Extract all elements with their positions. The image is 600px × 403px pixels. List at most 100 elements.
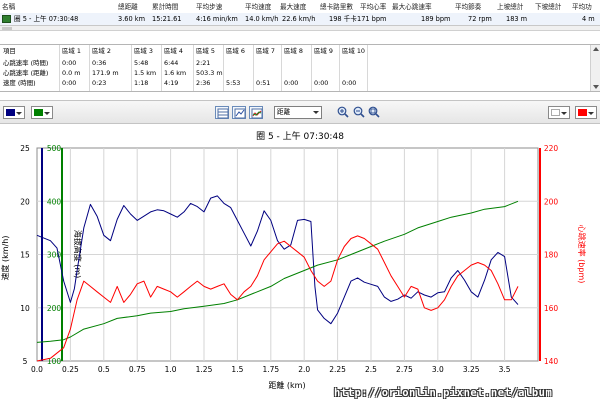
- zones-col-zone-8[interactable]: 區域 8: [284, 46, 303, 56]
- laps-col-avg-pace[interactable]: 平均步速: [196, 1, 222, 13]
- zones-col-zone-7[interactable]: 區域 7: [256, 46, 275, 56]
- x-axis-select-value: 距離: [277, 108, 291, 116]
- zones-vertical-scrollbar[interactable]: [590, 45, 600, 91]
- x-tick-label: 1.0: [165, 365, 177, 374]
- combined-view-button[interactable]: [249, 106, 263, 119]
- zoom-in-icon: [337, 106, 349, 118]
- zones-col-zone-6[interactable]: 區域 6: [226, 46, 245, 56]
- x-tick-label: 2.75: [396, 365, 413, 374]
- column-divider[interactable]: [59, 45, 60, 91]
- laps-col-max-hr[interactable]: 最大心跳速率: [392, 1, 432, 13]
- chart-area[interactable]: 圈 5 - 上午 07:30:48 0.0 0.25 0.5 0.75 1.0 1.25 1…: [0, 124, 600, 403]
- zones-col-item[interactable]: 項目: [3, 46, 16, 56]
- zone-value: 0.0 m: [62, 69, 81, 77]
- laps-table: 名稱 總距離 累計時間 平均步速 平均速度 最大速度 總卡路里數 平均心率 最大…: [0, 0, 600, 26]
- y-tick-label-speed: 15: [20, 251, 30, 260]
- laps-col-name[interactable]: 名稱: [2, 1, 15, 13]
- x-tick-label: 2.25: [329, 365, 346, 374]
- dropdown-arrow-icon: [561, 112, 567, 115]
- column-divider[interactable]: [281, 45, 282, 91]
- chevron-down-icon: [313, 111, 319, 114]
- line-view-button[interactable]: [232, 106, 246, 119]
- zone-value: 503.3 m: [196, 69, 223, 77]
- column-divider[interactable]: [223, 45, 224, 91]
- y-tick-label-speed: 25: [20, 144, 30, 153]
- x-tick-label: 2.0: [298, 365, 310, 374]
- zones-row-label: 速度 (時間): [3, 79, 36, 87]
- y-tick-label-heart-rate: 220: [544, 144, 559, 153]
- lap-avg-cadence: 72 rpm: [468, 15, 492, 23]
- color-swatch: [6, 109, 15, 116]
- laps-col-avg-speed[interactable]: 平均速度: [245, 1, 271, 13]
- dropdown-arrow-icon: [588, 112, 594, 115]
- chart-toolbar: 距離: [0, 100, 600, 124]
- column-divider[interactable]: [367, 45, 368, 91]
- color-swatch: [578, 109, 587, 116]
- column-divider[interactable]: [131, 45, 132, 91]
- zoom-out-button[interactable]: [353, 106, 365, 119]
- lap-name: 圈 5 - 上午 07:30:48: [14, 15, 79, 23]
- y-tick-label-speed: 10: [20, 304, 30, 313]
- column-divider[interactable]: [311, 45, 312, 91]
- scroll-up-arrow-icon[interactable]: [593, 47, 599, 51]
- x-tick-label: 0.25: [62, 365, 79, 374]
- lap-total-distance: 3.60 km: [118, 15, 146, 23]
- column-divider[interactable]: [339, 45, 340, 91]
- laps-col-calories[interactable]: 總卡路里數: [320, 1, 353, 13]
- zoom-in-button[interactable]: [337, 106, 349, 119]
- laps-col-avg-power[interactable]: 平均功: [572, 1, 592, 13]
- laps-col-descent[interactable]: 下坡總計: [535, 1, 561, 13]
- laps-col-max-speed[interactable]: 最大速度: [280, 1, 306, 13]
- chart-svg[interactable]: 0.0 0.25 0.5 0.75 1.0 1.25 1.5 1.75 2.0 2.25 2.5 2.…: [0, 124, 600, 403]
- x-axis-select[interactable]: 距離: [274, 106, 322, 119]
- zones-col-zone-1[interactable]: 區域 1: [62, 46, 81, 56]
- lap-avg-speed: 14.0 km/h: [245, 15, 279, 23]
- x-tick-label: 3.0: [432, 365, 444, 374]
- combined-view-icon: [251, 108, 263, 119]
- zoom-reset-icon: [368, 106, 380, 118]
- chart-view-button[interactable]: [215, 106, 229, 119]
- dropdown-arrow-icon: [44, 112, 50, 115]
- zone-value: 2:21: [196, 59, 211, 67]
- zone-value: 171.9 m: [92, 69, 119, 77]
- right-axis-color-picker-1[interactable]: [548, 106, 570, 119]
- laps-col-avg-hr[interactable]: 平均心率: [360, 1, 386, 13]
- x-tick-label: 2.5: [365, 365, 377, 374]
- right-axis-color-picker-2[interactable]: [575, 106, 597, 119]
- zone-value: 2:36: [196, 79, 211, 87]
- column-divider[interactable]: [193, 45, 194, 91]
- laps-col-ascent[interactable]: 上坡總計: [497, 1, 523, 13]
- zoom-reset-button[interactable]: [368, 106, 380, 119]
- scroll-down-arrow-icon[interactable]: [593, 85, 599, 89]
- zones-col-zone-2[interactable]: 區域 2: [92, 46, 111, 56]
- scrollbar-thumb[interactable]: [2, 27, 12, 30]
- zones-col-zone-4[interactable]: 區域 4: [164, 46, 183, 56]
- zone-value: 5:48: [134, 59, 149, 67]
- column-divider[interactable]: [89, 45, 90, 91]
- left-axis-color-picker-2[interactable]: [31, 106, 53, 119]
- zones-col-zone-9[interactable]: 區域 9: [314, 46, 333, 56]
- zones-col-zone-10[interactable]: 區域 10: [342, 46, 365, 56]
- laps-horizontal-scrollbar[interactable]: [0, 26, 600, 31]
- table-row[interactable]: 圈 5 - 上午 07:30:48 3.60 km 15:21.61 4:16 …: [0, 13, 600, 25]
- elevation-axis-label: 海拔高度 (m): [73, 230, 83, 279]
- zones-col-zone-3[interactable]: 區域 3: [134, 46, 153, 56]
- x-tick-label: 3.5: [499, 365, 511, 374]
- laps-col-total-distance[interactable]: 總距離: [118, 1, 138, 13]
- lap-calories: 198 千卡: [329, 15, 357, 23]
- zone-value: 1.6 km: [164, 69, 187, 77]
- zones-table: 項目 區域 1 區域 2 區域 3 區域 4 區域 5 區域 6 區域 7 區域…: [0, 44, 600, 92]
- x-axis-label: 距離 (km): [268, 380, 305, 390]
- dropdown-arrow-icon: [16, 112, 22, 115]
- line-view-icon: [234, 108, 246, 119]
- zones-col-zone-5[interactable]: 區域 5: [196, 46, 215, 56]
- laps-col-avg-cadence[interactable]: 平均節奏: [455, 1, 481, 13]
- zone-value: 0:36: [92, 59, 107, 67]
- left-axis-color-picker-1[interactable]: [3, 106, 25, 119]
- x-tick-label: 0.75: [129, 365, 146, 374]
- laps-col-elapsed-time[interactable]: 累計時間: [152, 1, 178, 13]
- zone-value: 0:00: [284, 79, 299, 87]
- column-divider[interactable]: [161, 45, 162, 91]
- lap-ascent: 183 m: [506, 15, 528, 23]
- column-divider[interactable]: [253, 45, 254, 91]
